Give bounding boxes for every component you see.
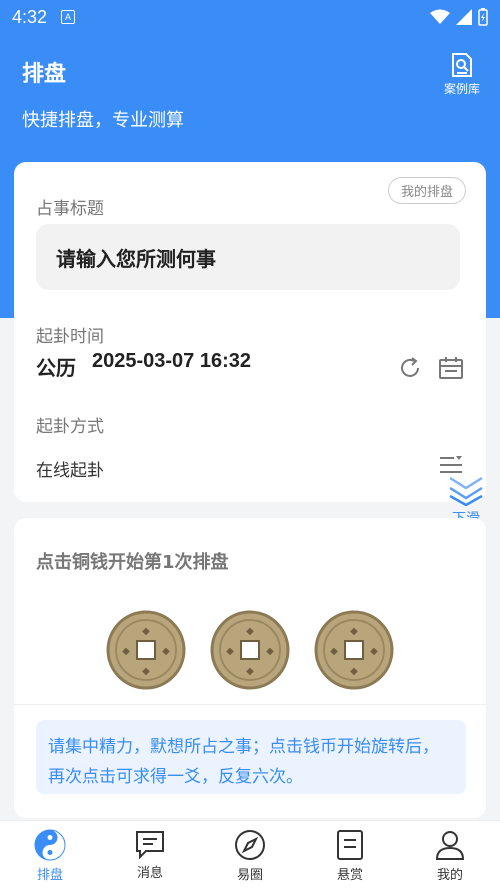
method-label: 起卦方式	[36, 417, 104, 437]
tab-yiquan[interactable]: 易圈	[200, 821, 300, 888]
svg-text:◆: ◆	[162, 646, 170, 657]
divination-form-card: 我的排盘 占事标题 请输入您所测何事 起卦时间 公历 2025-03-07 16…	[14, 162, 486, 502]
signal-icon	[456, 9, 472, 25]
tab-label: 消息	[136, 866, 163, 881]
status-icons	[430, 8, 488, 26]
coin-3[interactable]: ◆ ◆ ◆ ◆	[314, 610, 394, 690]
svg-text:◆: ◆	[142, 626, 150, 637]
svg-text:◆: ◆	[350, 626, 358, 637]
coin-1[interactable]: ◆ ◆ ◆ ◆	[106, 610, 186, 690]
coin-row: ◆ ◆ ◆ ◆ ◆ ◆ ◆ ◆ ◆ ◆ ◆ ◆	[14, 610, 486, 690]
topic-label: 占事标题	[36, 199, 104, 219]
page-title: 排盘	[22, 62, 67, 87]
svg-text:◆: ◆	[350, 666, 358, 677]
refresh-icon[interactable]	[398, 356, 422, 380]
sort-dropdown-icon[interactable]	[438, 454, 464, 476]
coin-card: 点击铜钱开始第1次排盘 ◆ ◆ ◆ ◆ ◆ ◆ ◆ ◆ ◆ ◆ ◆ ◆ 请集中精…	[14, 518, 486, 818]
notification-icon: A	[61, 10, 76, 24]
calendar-type-toggle[interactable]: 公历	[36, 352, 76, 381]
svg-text:◆: ◆	[142, 666, 150, 677]
bottom-tab-bar: 排盘 消息 易圈 悬赏 我的	[0, 820, 500, 888]
user-icon	[435, 831, 465, 860]
coin-hint-text: 请集中精力，默想所占之事；点击钱币开始旋转后，再次点击可求得一爻，反复六次。	[36, 720, 466, 794]
status-time: 4:32	[12, 6, 48, 27]
tab-label: 我的	[436, 868, 463, 883]
calendar-icon[interactable]	[438, 356, 464, 380]
coin-instruction-title: 点击铜钱开始第1次排盘	[36, 552, 229, 573]
status-bar: 4:32 A	[0, 0, 500, 34]
double-chevron-down-icon	[449, 476, 483, 506]
svg-text:◆: ◆	[122, 646, 130, 657]
case-library-label: 案例库	[443, 82, 480, 96]
svg-text:◆: ◆	[266, 646, 274, 657]
tab-label: 易圈	[236, 868, 263, 883]
time-label: 起卦时间	[36, 327, 104, 347]
case-library-icon	[451, 53, 472, 77]
tab-mine[interactable]: 我的	[400, 821, 500, 888]
tab-paipan[interactable]: 排盘	[0, 821, 100, 888]
tab-messages[interactable]: 消息	[100, 821, 200, 888]
case-library-button[interactable]: 案例库	[444, 52, 480, 97]
wifi-icon	[430, 9, 450, 24]
tab-label: 悬赏	[336, 868, 363, 883]
divider	[14, 704, 486, 705]
compass-icon	[235, 830, 265, 860]
taiji-icon	[34, 829, 66, 861]
svg-text:◆: ◆	[246, 626, 254, 637]
coin-2[interactable]: ◆ ◆ ◆ ◆	[210, 610, 290, 690]
my-pan-button[interactable]: 我的排盘	[387, 177, 466, 204]
method-value[interactable]: 在线起卦	[36, 456, 104, 481]
battery-icon	[478, 8, 488, 26]
svg-text:◆: ◆	[226, 646, 234, 657]
document-icon	[337, 830, 363, 860]
svg-text:◆: ◆	[246, 666, 254, 677]
message-icon	[136, 831, 164, 859]
svg-text:◆: ◆	[330, 646, 338, 657]
svg-text:◆: ◆	[370, 646, 378, 657]
tab-label: 排盘	[36, 868, 63, 883]
datetime-value[interactable]: 2025-03-07 16:32	[92, 350, 251, 373]
page-subtitle: 快捷排盘，专业测算	[22, 110, 184, 131]
tab-reward[interactable]: 悬赏	[300, 821, 400, 888]
topic-input[interactable]: 请输入您所测何事	[36, 224, 460, 290]
